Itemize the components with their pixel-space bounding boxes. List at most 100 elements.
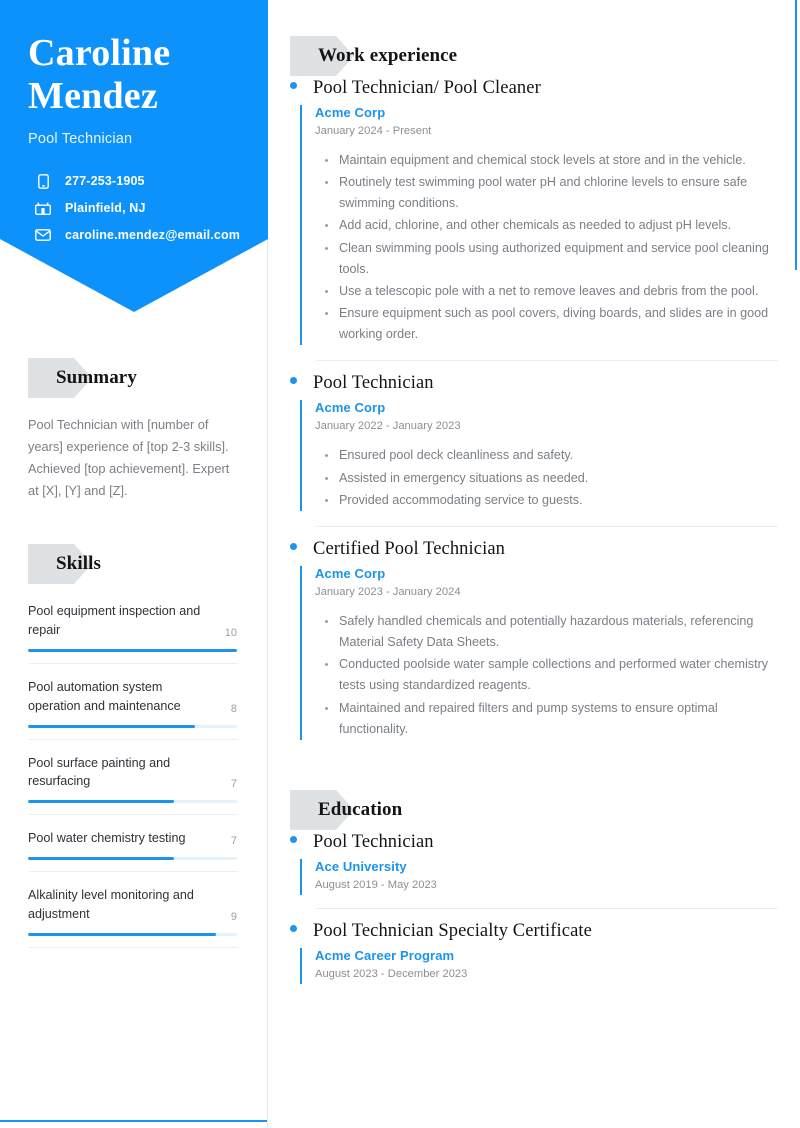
- duty-item: Use a telescopic pole with a net to remo…: [325, 281, 778, 302]
- skill-progress-track: [28, 857, 237, 861]
- work-experience-section: Work experience Pool Technician/ Pool Cl…: [290, 36, 778, 756]
- work-entry-list: Pool Technician/ Pool Cleaner Acme Corp Ja…: [290, 78, 778, 756]
- experience-entry: Certified Pool Technician Acme Corp Januar…: [290, 539, 778, 756]
- skill-divider: [28, 947, 237, 949]
- skill-progress-fill: [28, 648, 237, 652]
- entry-dates: August 2019 - May 2023: [315, 878, 437, 891]
- entry-title: Certified Pool Technician: [313, 538, 505, 559]
- entry-divider: [316, 525, 778, 527]
- skill-score: 9: [230, 911, 237, 924]
- contact-phone[interactable]: 277-253-1905: [28, 173, 240, 189]
- education-heading: Education: [290, 789, 778, 830]
- entry-header: Pool Technician/ Pool Cleaner: [290, 78, 778, 99]
- experience-entry: Pool Technician Acme Corp January 2022 - J…: [290, 373, 778, 527]
- entry-organization[interactable]: Ace University: [315, 859, 778, 874]
- entry-dates: January 2024 - Present: [315, 125, 432, 137]
- bullet-dot-icon: [290, 542, 297, 550]
- education-heading-label: Education: [318, 798, 403, 820]
- duty-list: Safely handled chemicals and potentially…: [315, 611, 778, 740]
- work-experience-heading: Work experience: [290, 36, 778, 76]
- skill-progress-track: [28, 648, 237, 652]
- entry-dates: August 2023 - December 2023: [315, 967, 468, 980]
- main-column: Work experience Pool Technician/ Pool Cl…: [268, 0, 800, 1010]
- entry-title: Pool Technician Specialty Certificate: [313, 920, 592, 941]
- skill-progress-fill: [28, 800, 175, 804]
- entry-header: Certified Pool Technician: [290, 539, 778, 560]
- skill-name: Pool equipment inspection and repair: [28, 604, 201, 637]
- duty-item: Assisted in emergency situations as need…: [325, 468, 778, 489]
- duty-item: Conducted poolside water sample collecti…: [325, 654, 778, 696]
- entry-organization[interactable]: Acme Career Program: [315, 948, 778, 963]
- skill-divider: [28, 662, 237, 664]
- summary-heading: Summary: [28, 358, 237, 398]
- skill-progress-fill: [28, 857, 175, 861]
- candidate-job-title: Pool Technician: [28, 131, 133, 148]
- skill-item: Pool surface painting and resurfacing 7: [28, 754, 237, 816]
- summary-section: Summary Pool Technician with [number of …: [28, 358, 237, 502]
- skill-name: Alkalinity level monitoring and adjustme…: [28, 888, 194, 922]
- skill-progress-track: [28, 933, 237, 937]
- resume-page: Caroline Mendez Pool Technician 277-253-…: [0, 0, 800, 1128]
- experience-entry: Pool Technician/ Pool Cleaner Acme Corp Ja…: [290, 78, 778, 362]
- entry-title: Pool Technician: [313, 373, 434, 394]
- contact-email[interactable]: caroline.mendez@email.com: [28, 227, 240, 243]
- skills-section: Skills Pool equipment inspection and rep…: [28, 544, 237, 949]
- education-section: Education Pool Technician Ace University A…: [290, 789, 778, 998]
- entry-body: Acme Corp January 2024 - Present Maintain …: [300, 105, 778, 346]
- entry-body: Acme Career Program August 2023 - Decembe…: [300, 947, 778, 984]
- duty-item: Add acid, chlorine, and other chemicals …: [325, 215, 778, 236]
- phone-value: 277-253-1905: [65, 174, 145, 189]
- duty-item: Safely handled chemicals and potentially…: [325, 611, 778, 653]
- experience-entry: Pool Technician Specialty Certificate Acm…: [290, 921, 778, 998]
- duty-item: Maintain equipment and chemical stock le…: [325, 150, 778, 171]
- skill-score: 7: [230, 778, 237, 791]
- duty-item: Clean swimming pools using authorized eq…: [325, 238, 778, 280]
- education-entry-list: Pool Technician Ace University August 2019…: [290, 832, 778, 998]
- entry-title: Pool Technician: [313, 831, 434, 852]
- skill-divider: [28, 814, 237, 816]
- email-icon: [34, 227, 52, 243]
- contact-location[interactable]: Plainfield, NJ: [28, 200, 240, 216]
- entry-organization[interactable]: Acme Corp: [315, 105, 778, 120]
- bullet-dot-icon: [290, 82, 297, 89]
- entry-dates: January 2023 - January 2024: [315, 585, 461, 598]
- skill-score: 7: [230, 835, 237, 848]
- summary-heading-label: Summary: [56, 367, 137, 388]
- bullet-dot-icon: [290, 924, 297, 932]
- skills-list: Pool equipment inspection and repair 10 Po…: [28, 602, 237, 949]
- skill-item: Pool equipment inspection and repair 10: [28, 602, 237, 664]
- skill-header: Pool water chemistry testing 7: [28, 829, 237, 848]
- contact-list: 277-253-1905 Plainfield, NJ caroline.men…: [28, 173, 240, 243]
- skill-header: Pool automation system operation and mai…: [28, 678, 237, 716]
- entry-dates: January 2022 - January 2023: [315, 420, 461, 433]
- entry-organization[interactable]: Acme Corp: [315, 400, 778, 415]
- duty-item: Ensured pool deck cleanliness and safety…: [325, 445, 778, 466]
- duty-item: Provided accommodating service to guests…: [325, 490, 778, 511]
- skill-name: Pool surface painting and resurfacing: [28, 755, 171, 789]
- entry-organization[interactable]: Acme Corp: [315, 566, 778, 581]
- duty-list: Maintain equipment and chemical stock le…: [315, 150, 778, 345]
- skills-heading: Skills: [28, 544, 237, 584]
- entry-body: Acme Corp January 2023 - January 2024 Safe…: [300, 565, 778, 740]
- skill-progress-fill: [28, 933, 217, 937]
- duty-list: Ensured pool deck cleanliness and safety…: [315, 445, 778, 510]
- duty-item: Maintained and repaired filters and pump…: [325, 698, 778, 740]
- skill-item: Pool water chemistry testing 7: [28, 829, 237, 873]
- skill-score: 10: [224, 626, 237, 639]
- entry-header: Pool Technician: [290, 373, 778, 394]
- skill-divider: [28, 871, 237, 873]
- phone-icon: [34, 173, 52, 189]
- bullet-dot-icon: [290, 835, 297, 843]
- skill-progress-track: [28, 724, 237, 728]
- entry-title: Pool Technician/ Pool Cleaner: [313, 78, 541, 98]
- entry-header: Pool Technician: [290, 832, 778, 853]
- experience-entry: Pool Technician Ace University August 2019…: [290, 832, 778, 909]
- skill-header: Alkalinity level monitoring and adjustme…: [28, 886, 237, 924]
- skill-header: Pool surface painting and resurfacing 7: [28, 754, 237, 792]
- entry-divider: [316, 360, 778, 362]
- entry-body: Ace University August 2019 - May 2023: [300, 858, 778, 895]
- skill-progress-fill: [28, 724, 196, 728]
- location-icon: [34, 200, 52, 216]
- skill-header: Pool equipment inspection and repair 10: [28, 602, 237, 640]
- skill-progress-track: [28, 800, 237, 804]
